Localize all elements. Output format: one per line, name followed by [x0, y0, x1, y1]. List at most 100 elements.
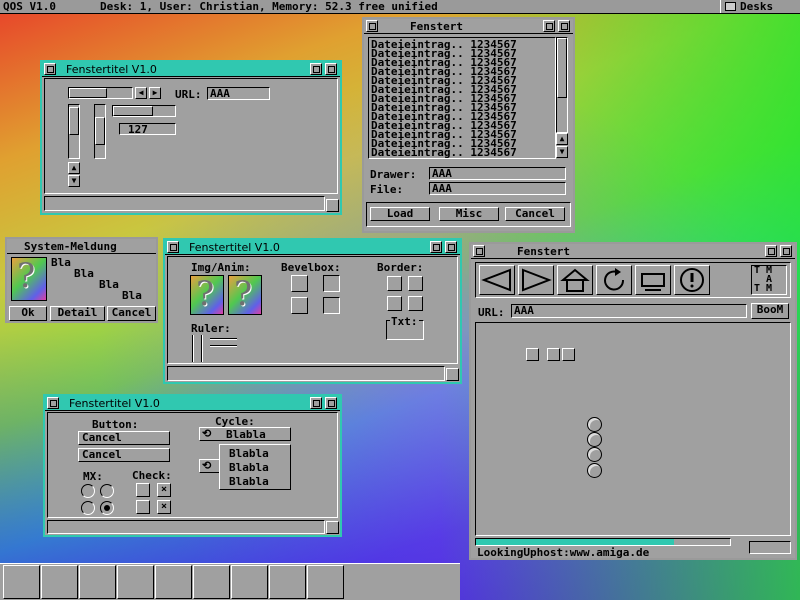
close-icon[interactable]	[47, 397, 59, 409]
arrow-up-icon[interactable]: ▲	[556, 133, 568, 145]
page-gadget-3[interactable]	[562, 348, 575, 361]
stop-button[interactable]	[674, 265, 710, 295]
depth-icon[interactable]	[765, 245, 777, 257]
zoom-icon[interactable]	[445, 241, 457, 253]
back-button[interactable]	[479, 265, 515, 295]
zoom-icon[interactable]	[780, 245, 792, 257]
depth-icon[interactable]	[310, 63, 322, 75]
back-icon	[481, 268, 511, 292]
zoom-icon[interactable]	[325, 397, 337, 409]
cycle-value: Blabla	[226, 428, 266, 441]
taskbar-slot-6[interactable]	[193, 565, 230, 599]
file-list[interactable]: Dateieintrag.. 1234567 Dateieintrag.. 123…	[368, 37, 556, 159]
horizontal-slider-2[interactable]	[112, 105, 176, 117]
checkbox-1[interactable]	[136, 483, 150, 497]
arrow-right-icon[interactable]: ▶	[149, 87, 161, 99]
boom-button[interactable]: BooM	[751, 303, 789, 319]
url-label: URL:	[478, 306, 505, 319]
bottom-bar	[44, 196, 325, 211]
mx-radio-4[interactable]	[100, 501, 114, 515]
reload-button[interactable]	[596, 265, 632, 295]
taskbar-slot-2[interactable]	[41, 565, 78, 599]
misc-button[interactable]: Misc	[439, 207, 499, 221]
cancel-button[interactable]: Cancel	[107, 306, 156, 321]
zoom-icon[interactable]	[558, 20, 570, 32]
cycle-option[interactable]: Blabla	[229, 447, 269, 460]
cancel-button-1[interactable]: Cancel	[78, 431, 170, 445]
txt-label: Txt:	[390, 315, 419, 328]
horizontal-slider[interactable]	[68, 87, 133, 99]
vertical-slider-2[interactable]	[94, 104, 106, 159]
close-icon[interactable]	[167, 241, 179, 253]
bubble-4	[587, 463, 602, 478]
image-1	[190, 274, 224, 315]
taskbar-slot-7[interactable]	[231, 565, 268, 599]
resize-icon[interactable]	[446, 368, 459, 381]
close-icon[interactable]	[366, 20, 378, 32]
window-title-bar[interactable]: Fenstertitel V1.0	[42, 62, 340, 77]
taskbar-slot-3[interactable]	[79, 565, 116, 599]
desks-button[interactable]: Desks	[720, 0, 796, 13]
home-button[interactable]	[557, 265, 593, 295]
border-box-4	[408, 296, 423, 311]
load-button[interactable]: Load	[370, 207, 430, 221]
taskbar-slot-4[interactable]	[117, 565, 154, 599]
taskbar-slot-5[interactable]	[155, 565, 192, 599]
checkbox-2[interactable]: ×	[157, 483, 171, 497]
cycle-popup[interactable]: Blabla Blabla Blabla	[219, 444, 291, 490]
cancel-button[interactable]: Cancel	[505, 207, 565, 221]
arrow-down-icon[interactable]: ▼	[68, 175, 80, 187]
cycle-option[interactable]: Blabla	[229, 475, 269, 488]
mx-radio-2[interactable]	[100, 484, 114, 498]
window-title-bar[interactable]: Fenstert	[471, 244, 795, 259]
checkbox-4[interactable]: ×	[157, 500, 171, 514]
close-icon[interactable]	[473, 245, 485, 257]
arrow-left-icon[interactable]: ◀	[135, 87, 147, 99]
depth-icon[interactable]	[430, 241, 442, 253]
window-title-bar[interactable]: System-Meldung	[7, 239, 156, 254]
close-icon[interactable]	[44, 63, 56, 75]
mx-radio-1[interactable]	[81, 484, 95, 498]
tm-logo: T M A T M	[751, 265, 787, 295]
screen-title: QOS V1.0	[3, 0, 56, 13]
page-gadget-2[interactable]	[547, 348, 560, 361]
window-title-bar[interactable]: Fenstertitel V1.0	[45, 396, 340, 411]
detail-button[interactable]: Detail	[50, 306, 105, 321]
bevelbox-2	[323, 275, 340, 292]
cycle-option[interactable]: Blabla	[229, 461, 269, 474]
number-field[interactable]: 127	[119, 123, 176, 135]
mx-radio-3[interactable]	[81, 501, 95, 515]
window-fenstertitel-2: Fenstertitel V1.0 Img/Anim: Bevelbox: Bo…	[163, 238, 462, 384]
resize-icon[interactable]	[326, 521, 339, 534]
arrow-up-icon[interactable]: ▲	[68, 162, 80, 174]
zoom-icon[interactable]	[325, 63, 337, 75]
file-list-scrollbar[interactable]	[556, 37, 568, 133]
window-title: System-Meldung	[24, 240, 117, 253]
checkbox-3[interactable]	[136, 500, 150, 514]
forward-icon	[522, 268, 552, 292]
cancel-button-2[interactable]: Cancel	[78, 448, 170, 462]
cycle-gadget[interactable]: ⟲ Blabla	[199, 427, 291, 441]
vertical-slider-1[interactable]	[68, 104, 80, 159]
forward-button[interactable]	[518, 265, 554, 295]
window-title-bar[interactable]: Fenstertitel V1.0	[165, 240, 460, 255]
drawer-field[interactable]: AAA	[429, 167, 566, 180]
window-title-bar[interactable]: Fenstert	[364, 19, 573, 34]
bottom-bar	[167, 366, 445, 381]
window-fenstertitel-3: Fenstertitel V1.0 Button: Cancel Cancel …	[43, 394, 342, 537]
url-field[interactable]: AAA	[511, 304, 747, 318]
depth-icon[interactable]	[310, 397, 322, 409]
file-list-item[interactable]: Dateieintrag.. 1234567	[371, 147, 517, 158]
print-button[interactable]	[635, 265, 671, 295]
home-icon	[560, 268, 590, 292]
arrow-down-icon[interactable]: ▼	[556, 146, 568, 158]
taskbar-slot-8[interactable]	[269, 565, 306, 599]
file-field[interactable]: AAA	[429, 182, 566, 195]
taskbar-slot-9[interactable]	[307, 565, 344, 599]
ok-button[interactable]: Ok	[9, 306, 47, 321]
depth-icon[interactable]	[543, 20, 555, 32]
url-field[interactable]: AAA	[207, 87, 270, 100]
page-gadget-1[interactable]	[526, 348, 539, 361]
taskbar-slot-1[interactable]	[3, 565, 40, 599]
resize-icon[interactable]	[326, 199, 339, 212]
